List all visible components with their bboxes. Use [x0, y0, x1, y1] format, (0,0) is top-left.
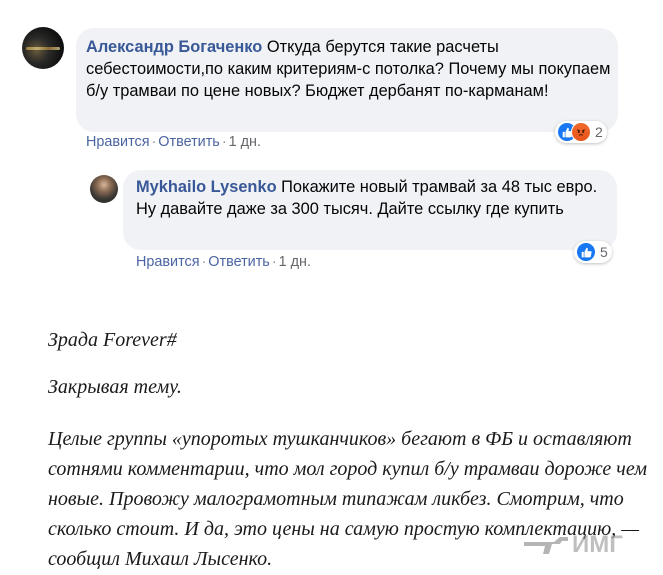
separator-dot: ·: [271, 254, 277, 270]
article-heading: Закрывая тему.: [48, 376, 182, 398]
watermark-logo: ИМГ: [524, 531, 623, 558]
reply-link[interactable]: Ответить: [208, 254, 270, 270]
like-link[interactable]: Нравится: [136, 254, 200, 270]
comment-author[interactable]: Mykhailo Lysenko: [136, 178, 277, 196]
comment-text: Mykhailo Lysenko Покажите новый трамвай …: [136, 176, 614, 220]
comment-timestamp[interactable]: 1 дн.: [279, 254, 311, 270]
like-icon: [576, 242, 596, 262]
reactions-summary[interactable]: 5: [574, 241, 612, 263]
comment-author[interactable]: Александр Богаченко: [86, 38, 262, 56]
separator-dot: ·: [201, 254, 207, 270]
article-tag: Зрада Forever#: [48, 329, 177, 351]
reaction-count: 5: [600, 244, 608, 260]
comment-actions: Нравится · Ответить · 1 дн.: [86, 134, 261, 150]
comment-actions: Нравится · Ответить · 1 дн.: [136, 254, 311, 270]
separator-dot: ·: [221, 134, 227, 150]
angry-icon: [571, 122, 591, 142]
comment-text: Александр Богаченко Откуда берутся такие…: [86, 36, 614, 102]
avatar[interactable]: [22, 27, 64, 69]
reply-link[interactable]: Ответить: [158, 134, 220, 150]
reactions-summary[interactable]: 2: [555, 121, 607, 143]
separator-dot: ·: [151, 134, 157, 150]
watermark-text: ИМГ: [572, 531, 623, 558]
avatar[interactable]: [90, 175, 118, 203]
reaction-count: 2: [595, 124, 603, 140]
comment-timestamp[interactable]: 1 дн.: [229, 134, 261, 150]
like-link[interactable]: Нравится: [86, 134, 150, 150]
